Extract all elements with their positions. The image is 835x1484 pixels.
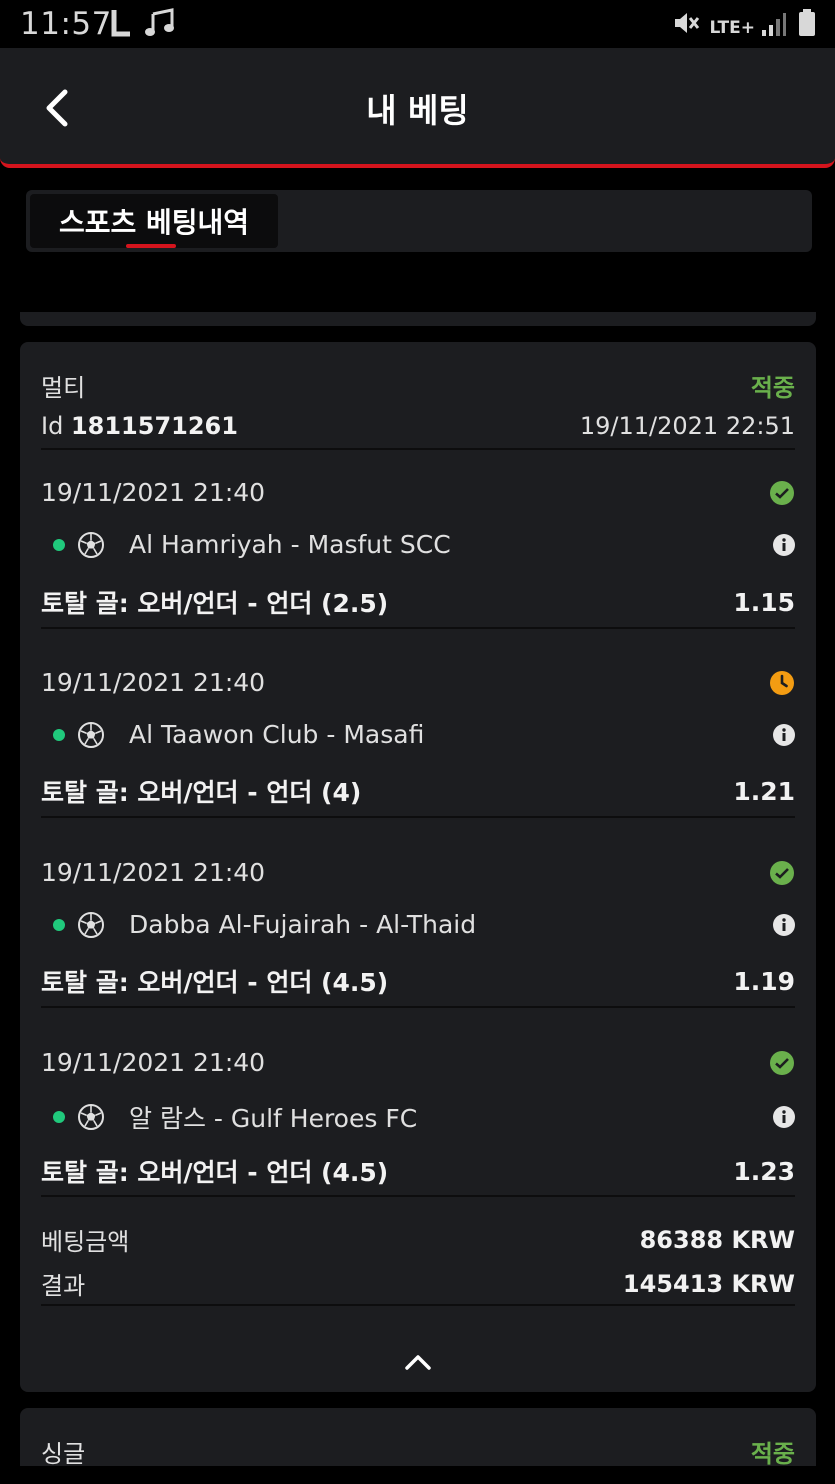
next-bet-card: 싱글 적중 bbox=[20, 1408, 816, 1468]
status-right-icons: LTE+ bbox=[672, 8, 817, 42]
info-icon[interactable] bbox=[773, 913, 795, 936]
odds-value: 1.15 bbox=[733, 587, 795, 617]
live-dot bbox=[53, 918, 65, 931]
tab-active-indicator bbox=[126, 244, 176, 248]
result-value: 145413 KRW bbox=[622, 1269, 795, 1298]
soccer-ball-icon bbox=[78, 721, 104, 748]
info-icon[interactable] bbox=[773, 1106, 795, 1128]
match-name: Dabba Al-Fujairah - Al-Thaid bbox=[129, 910, 477, 939]
soccer-ball-icon bbox=[78, 911, 104, 938]
match-name: Al Taawon Club - Masafi bbox=[129, 720, 425, 749]
next-bet-type: 싱글 bbox=[41, 1440, 86, 1468]
check-circle-icon bbox=[770, 860, 794, 885]
page-title: 내 베팅 bbox=[366, 91, 469, 130]
live-dot bbox=[53, 728, 65, 741]
app-header: 내 베팅 bbox=[0, 48, 835, 168]
soccer-ball-icon bbox=[78, 531, 104, 558]
match-name: Al Hamriyah - Masfut SCC bbox=[129, 530, 451, 559]
bet-status-badge: 적중 bbox=[750, 374, 795, 402]
odds-value: 1.19 bbox=[733, 966, 795, 996]
divider bbox=[41, 627, 795, 629]
bet-id-label: Id bbox=[41, 412, 64, 440]
divider bbox=[41, 1304, 795, 1306]
divider bbox=[41, 1195, 795, 1197]
next-bet-status-badge: 적중 bbox=[750, 1440, 795, 1468]
bet-type: 멀티 bbox=[41, 374, 86, 402]
status-time: 11:57 bbox=[20, 6, 112, 42]
divider bbox=[41, 448, 795, 450]
battery-icon bbox=[797, 8, 817, 42]
live-dot bbox=[53, 1111, 65, 1123]
match-name: 알 람스 - Gulf Heroes FC bbox=[129, 1104, 418, 1133]
info-icon[interactable] bbox=[773, 533, 795, 556]
tab-bar: 스포츠 베팅내역 bbox=[26, 190, 812, 252]
check-circle-icon bbox=[770, 1050, 794, 1075]
clock-icon bbox=[770, 670, 794, 695]
selection-date: 19/11/2021 21:40 bbox=[41, 478, 266, 507]
music-note-icon bbox=[144, 8, 176, 45]
bet-id: Id 1811571261 bbox=[41, 412, 238, 440]
selection-date: 19/11/2021 21:40 bbox=[41, 858, 266, 887]
previous-card-edge bbox=[20, 312, 816, 326]
chevron-up-icon bbox=[405, 1355, 431, 1370]
soccer-ball-icon bbox=[78, 1104, 104, 1130]
notification-l-icon bbox=[110, 8, 134, 45]
tab-sports-bet-history[interactable]: 스포츠 베팅내역 bbox=[30, 194, 278, 248]
bet-card: 멀티 적중 Id 1811571261 19/11/2021 22:51 19/… bbox=[20, 342, 816, 1392]
divider bbox=[41, 1006, 795, 1008]
live-dot bbox=[53, 538, 65, 551]
odds-value: 1.23 bbox=[733, 1156, 795, 1186]
stake-value: 86388 KRW bbox=[639, 1225, 795, 1254]
stake-label: 베팅금액 bbox=[41, 1228, 130, 1256]
market-name: 토탈 골: 오버/언더 - 언더 (4.5) bbox=[41, 1158, 389, 1187]
selection-date: 19/11/2021 21:40 bbox=[41, 668, 266, 697]
screen-bottom-edge bbox=[0, 1466, 835, 1484]
divider bbox=[41, 816, 795, 818]
selection-date: 19/11/2021 21:40 bbox=[41, 1048, 266, 1077]
info-icon[interactable] bbox=[773, 723, 795, 746]
tab-label: 스포츠 베팅내역 bbox=[58, 206, 250, 239]
check-circle-icon bbox=[770, 480, 794, 505]
lte-signal-icon: LTE+ bbox=[710, 12, 787, 38]
status-bar: 11:57 LTE+ bbox=[0, 0, 835, 48]
mute-icon bbox=[672, 9, 700, 41]
market-name: 토탈 골: 오버/언더 - 언더 (4.5) bbox=[41, 968, 389, 997]
market-name: 토탈 골: 오버/언더 - 언더 (2.5) bbox=[41, 589, 389, 618]
collapse-button[interactable] bbox=[403, 1352, 433, 1372]
lte-label: LTE+ bbox=[709, 18, 755, 38]
bet-id-value: 1811571261 bbox=[70, 412, 238, 440]
bet-placed-at: 19/11/2021 22:51 bbox=[579, 412, 795, 440]
odds-value: 1.21 bbox=[733, 776, 795, 806]
market-name: 토탈 골: 오버/언더 - 언더 (4) bbox=[41, 778, 362, 807]
result-label: 결과 bbox=[41, 1272, 86, 1300]
